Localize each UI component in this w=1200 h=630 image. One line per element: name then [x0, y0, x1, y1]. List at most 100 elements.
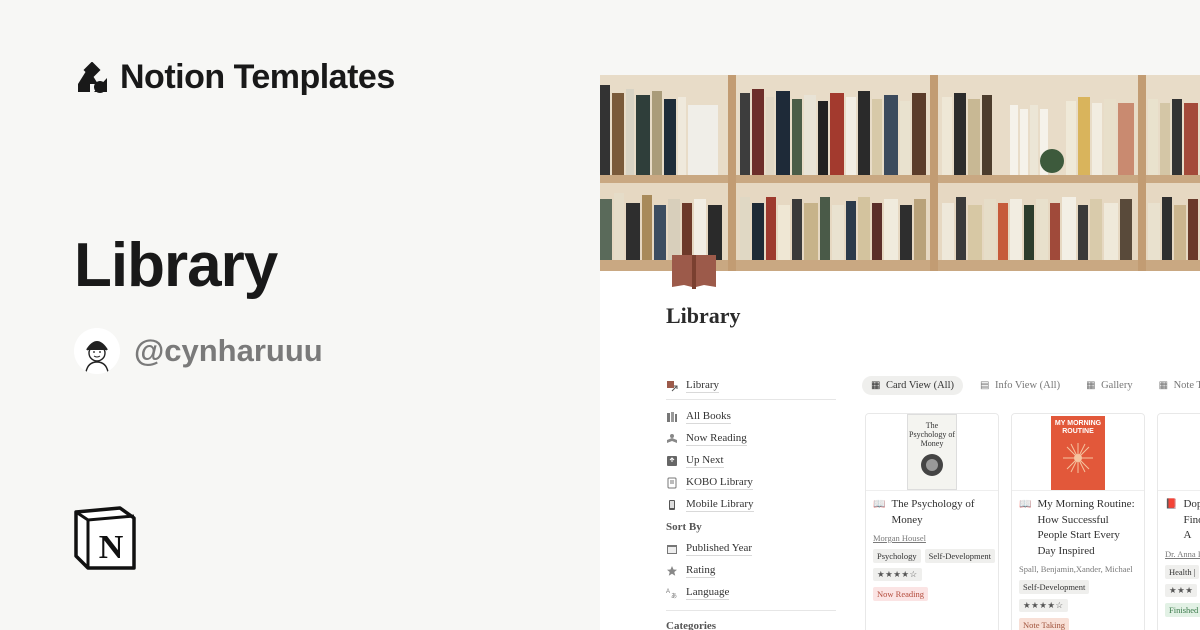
sort-by-heading: Sort By: [666, 521, 702, 533]
card-tags: Health |: [1165, 564, 1200, 579]
notion-page-title: Library: [666, 303, 741, 328]
book-cover-title: The Psychology of Money: [909, 421, 955, 448]
tab-label: Card View (All): [886, 380, 954, 391]
phone-icon: [666, 499, 678, 511]
svg-text:あ: あ: [671, 593, 677, 599]
card-author[interactable]: Morgan Housel: [873, 533, 991, 543]
author-handle: @cynharuuu: [134, 333, 323, 368]
avatar-icon: [74, 328, 120, 374]
book-card[interactable]: 📕 Dop Find the A Dr. Anna L Health | ★★★…: [1157, 413, 1200, 630]
table-icon: ▤: [980, 379, 990, 391]
sidebar-item-label: Rating: [686, 564, 716, 578]
card-title: 📖 My Morning Routine: How Successful Peo…: [1019, 497, 1137, 559]
card-title-text: Dop Find the A: [1183, 498, 1200, 541]
view-tabs: ▦ Card View (All) ▤ Info View (All) ▦ Ga…: [862, 376, 1200, 395]
sunburst-icon: [1063, 443, 1093, 473]
book-cover-title: MY MORNING ROUTINE: [1054, 420, 1102, 435]
sidebar-item-label: Now Reading: [686, 432, 747, 446]
sidebar-item-all-books[interactable]: All Books: [666, 406, 836, 428]
books-icon: [666, 411, 678, 423]
book-cover-area: [1158, 414, 1200, 491]
notion-templates-shapes-icon: [78, 61, 107, 93]
sidebar-item-library[interactable]: Library: [666, 375, 836, 400]
brand: Notion Templates: [76, 58, 395, 97]
calendar-icon: [666, 543, 678, 555]
notion-page-preview: Library Library All Books Now Reading Up: [600, 75, 1200, 630]
book-cover-area: MY MORNING ROUTINE: [1012, 414, 1144, 491]
sidebar-divider: [666, 610, 836, 611]
sidebar-item-up-next[interactable]: Up Next: [666, 450, 836, 472]
ereader-icon: [666, 477, 678, 489]
tab-card-view-all[interactable]: ▦ Card View (All): [862, 376, 963, 395]
sidebar-item-now-reading[interactable]: Now Reading: [666, 428, 836, 450]
sidebar-item-kobo-library[interactable]: KOBO Library: [666, 472, 836, 494]
tab-note-taken[interactable]: ▦ Note Taken: [1150, 376, 1200, 395]
status-badge: Finished: [1165, 602, 1200, 617]
tag: Psychology: [873, 549, 921, 563]
next-icon: [666, 455, 678, 467]
sidebar-item-label: Published Year: [686, 542, 753, 556]
book-card[interactable]: The Psychology of Money 📖 The Psychology…: [865, 413, 999, 630]
grid-icon: ▦: [1086, 379, 1096, 391]
card-tags: Psychology Self-Development: [873, 549, 995, 563]
card-title: 📖 The Psychology of Money: [873, 497, 991, 528]
tag: Health |: [1165, 564, 1200, 579]
sidebar-item-language[interactable]: Aあ Language: [666, 582, 836, 604]
translate-icon: Aあ: [666, 587, 678, 599]
book-cover: The Psychology of Money: [907, 414, 957, 490]
sidebar-item-label: All Books: [686, 410, 731, 424]
open-book-icon: [672, 255, 716, 289]
tag: Self-Development: [1019, 580, 1090, 594]
svg-text:N: N: [99, 529, 124, 566]
brand-name: Notion Templates: [120, 58, 395, 96]
rating-stars: ★★★★☆: [873, 568, 922, 581]
status-badge: Note Taking: [1019, 618, 1069, 630]
library-link-icon: [666, 380, 678, 392]
sidebar-item-label: KOBO Library: [686, 476, 753, 490]
tab-label: Gallery: [1101, 380, 1133, 391]
page-title: Library: [74, 231, 278, 300]
sidebar-item-label: Up Next: [686, 454, 724, 468]
book-cover-area: The Psychology of Money: [866, 414, 998, 491]
status-badge: Now Reading: [873, 587, 928, 601]
card-title-text: The Psychology of Money: [891, 498, 975, 526]
card-author[interactable]: Spall, Benjamin,Xander, Michael: [1019, 564, 1137, 574]
sidebar-item-label: Language: [686, 586, 730, 600]
card-body: 📕 Dop Find the A Dr. Anna L Health | ★★★…: [1158, 491, 1200, 623]
reading-icon: [666, 433, 678, 445]
card-body: 📖 The Psychology of Money Morgan Housel …: [866, 491, 998, 607]
sidebar-item-rating[interactable]: Rating: [666, 560, 836, 582]
tab-label: Info View (All): [995, 380, 1061, 391]
book-card[interactable]: MY MORNING ROUTINE 📖 My Morning Routine:: [1011, 413, 1145, 630]
rating-stars: ★★★★☆: [1019, 599, 1068, 612]
categories-heading: Categories: [666, 620, 717, 630]
sidebar-item-label: Library: [686, 379, 719, 393]
card-tags: Self-Development: [1019, 580, 1137, 594]
book-icon: 📖: [873, 499, 886, 510]
book-cards: The Psychology of Money 📖 The Psychology…: [865, 413, 1200, 630]
author[interactable]: @cynharuuu: [74, 328, 323, 374]
sidebar-item-published-year[interactable]: Published Year: [666, 538, 836, 560]
star-icon: [666, 565, 678, 577]
notion-logo-icon: N: [74, 506, 136, 570]
sidebar-item-label: Mobile Library: [686, 498, 754, 512]
book-cover: MY MORNING ROUTINE: [1051, 416, 1105, 490]
cover-image: [600, 75, 1200, 271]
cover-illustration-icon: [921, 454, 943, 476]
grid-icon: ▦: [1158, 379, 1169, 391]
tab-gallery[interactable]: ▦ Gallery: [1077, 376, 1142, 395]
tab-info-view-all[interactable]: ▤ Info View (All): [971, 376, 1069, 395]
svg-text:A: A: [666, 589, 670, 595]
card-title-text: My Morning Routine: How Successful Peopl…: [1037, 498, 1135, 557]
red-book-icon: 📕: [1165, 499, 1178, 510]
card-body: 📖 My Morning Routine: How Successful Peo…: [1012, 491, 1144, 630]
grid-icon: ▦: [871, 379, 881, 391]
book-icon: 📖: [1019, 499, 1032, 510]
card-title: 📕 Dop Find the A: [1165, 497, 1200, 544]
library-sidebar: Library All Books Now Reading Up Next KO…: [666, 375, 836, 630]
tag: Self-Development: [924, 549, 995, 563]
sidebar-item-mobile-library[interactable]: Mobile Library: [666, 494, 836, 516]
rating-stars: ★★★: [1165, 583, 1198, 597]
tab-label: Note Taken: [1173, 380, 1200, 391]
card-author[interactable]: Dr. Anna L: [1165, 549, 1200, 559]
